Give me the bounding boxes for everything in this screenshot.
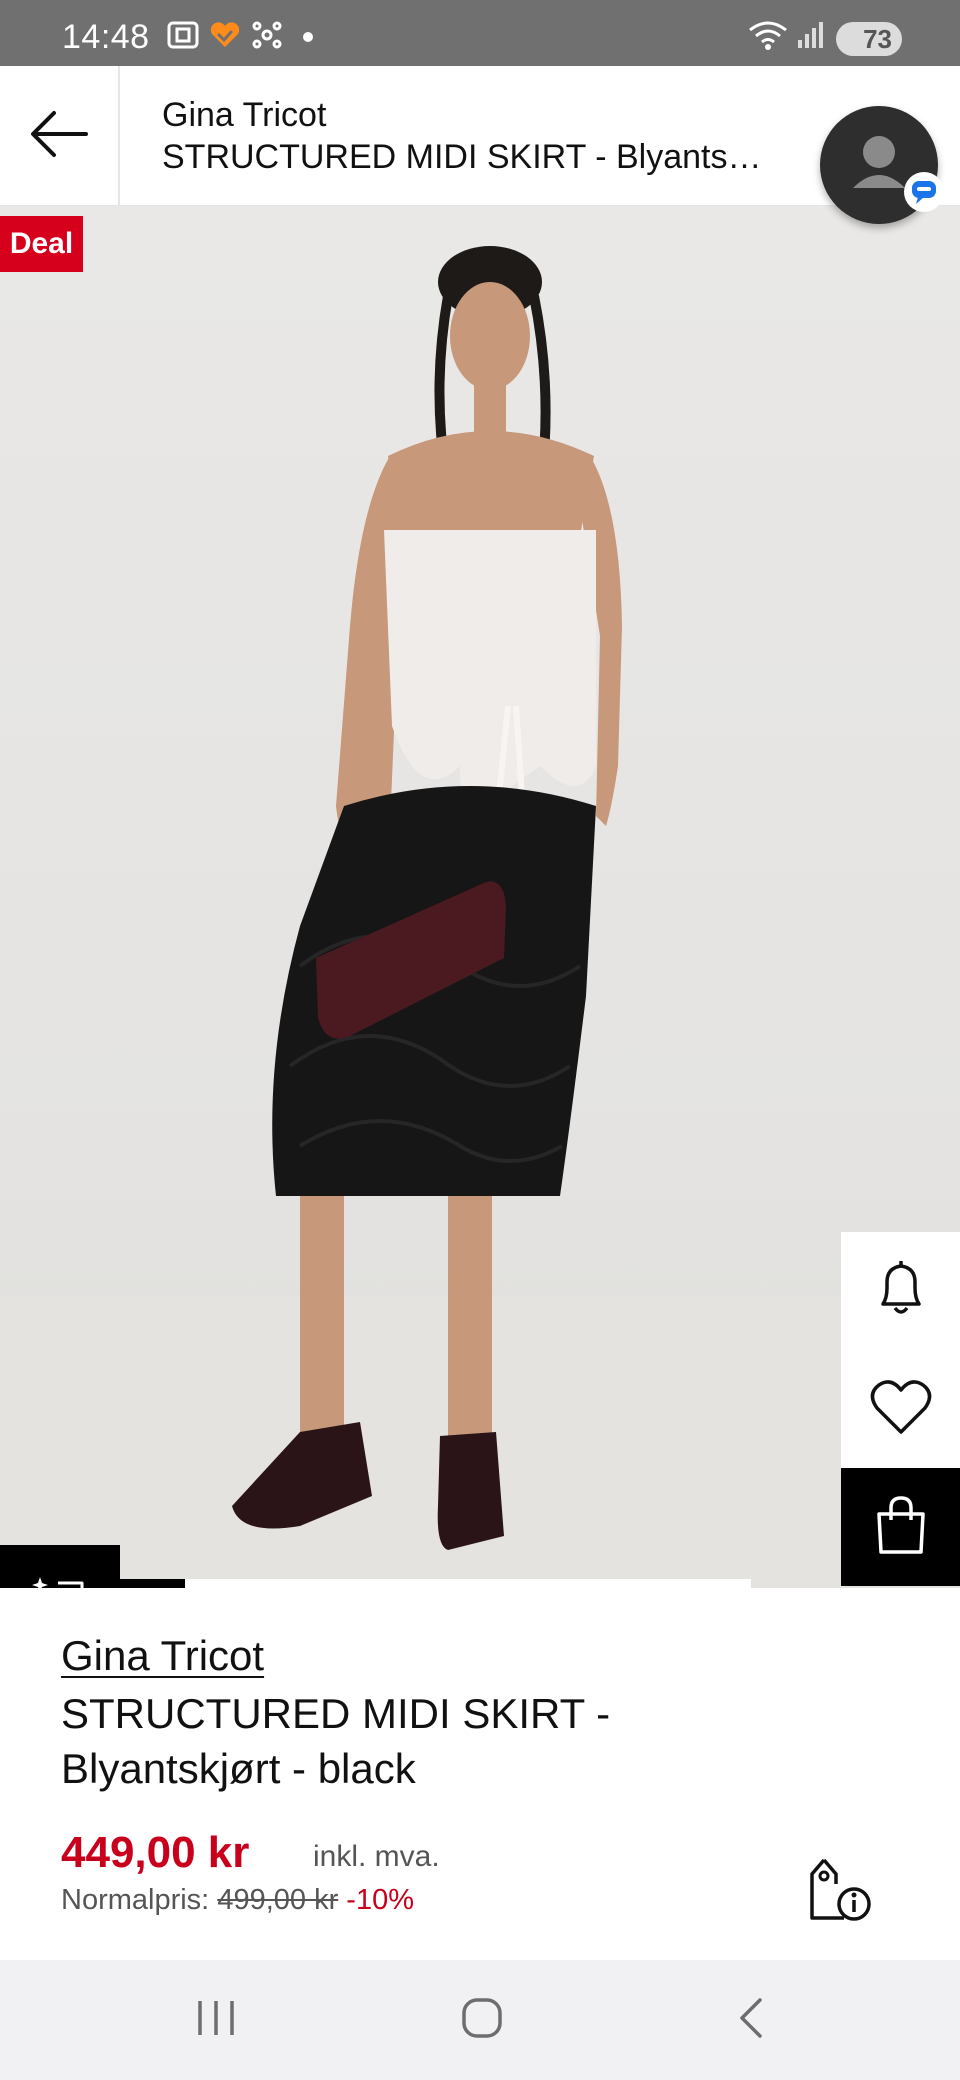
price-tag-info-icon [806,1858,876,1928]
back-button[interactable] [0,66,120,206]
header-brand: Gina Tricot [162,96,327,134]
app-heart-icon [208,20,242,55]
product-info: Gina Tricot STRUCTURED MIDI SKIRT - Blya… [0,1588,960,1960]
normal-price-label: Normalpris: [61,1884,210,1916]
sparkle-chat-icon [30,1571,90,1588]
recent-apps-icon [192,1997,240,2044]
wishlist-button[interactable] [841,1350,960,1468]
battery-icon: 73 [836,22,902,56]
add-to-cart-button[interactable] [841,1468,960,1586]
wifi-icon [748,20,788,55]
signal-icon [796,20,824,55]
system-back-button[interactable] [720,1988,784,2052]
network-icon [250,20,284,55]
back-icon [732,1994,772,2047]
header-title: STRUCTURED MIDI SKIRT - Blyants… [162,138,762,176]
product-price: 449,00 kr [61,1828,250,1877]
recent-apps-button[interactable] [184,1988,248,2052]
app-header: Gina Tricot STRUCTURED MIDI SKIRT - Blya… [0,66,960,206]
price-info-button[interactable] [806,1854,876,1924]
product-name: STRUCTURED MIDI SKIRT - Blyantskjørt - b… [61,1690,611,1792]
carousel-progress-track [93,1579,751,1588]
normal-price-line: Normalpris: 499,00 kr -10% [61,1884,414,1917]
dot-icon [302,30,314,48]
brand-link[interactable]: Gina Tricot [61,1632,264,1680]
notify-button[interactable] [841,1232,960,1350]
status-time: 14:48 [62,18,150,56]
deal-badge: Deal [0,216,83,272]
status-bar: 14:48 73 [0,0,960,66]
carousel-progress-fill [93,1579,186,1588]
side-actions-panel [841,1232,960,1586]
shopping-bag-icon [873,1494,929,1561]
message-badge-icon [904,172,944,212]
model-illustration [232,246,622,1550]
arrow-left-icon [28,109,90,164]
normal-price-value: 499,00 kr [217,1884,339,1916]
screenshot-icon [166,20,200,55]
vat-label: inkl. mva. [313,1840,440,1873]
home-button[interactable] [450,1988,514,2052]
discount-badge: -10% [346,1884,414,1916]
bell-icon [873,1258,929,1325]
system-nav-bar [0,1960,960,2080]
home-icon [458,1994,506,2047]
product-image[interactable]: Deal [0,206,960,1588]
heart-icon [869,1378,933,1441]
chat-assistant-button[interactable] [820,106,944,224]
